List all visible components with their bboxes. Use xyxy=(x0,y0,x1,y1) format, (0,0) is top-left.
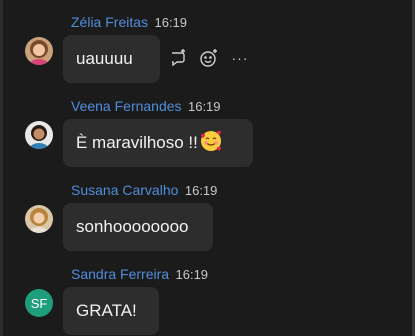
chat-pane: Zélia Freitas 16:19 uauuuu ··· Veena Fer… xyxy=(0,0,415,336)
more-options-icon[interactable]: ··· xyxy=(230,48,250,68)
sender-name[interactable]: Sandra Ferreira xyxy=(71,266,169,282)
message-header: Sandra Ferreira 16:19 xyxy=(71,266,208,283)
message-bubble[interactable]: GRATA! xyxy=(63,287,159,335)
message-bubble[interactable]: sonhoooooooo xyxy=(63,203,213,251)
message-time: 16:19 xyxy=(154,15,188,30)
message-text: uauuuu xyxy=(76,49,133,68)
message-text: È maravilhoso !! xyxy=(76,133,198,152)
sender-name[interactable]: Susana Carvalho xyxy=(71,182,178,198)
sender-name[interactable]: Zélia Freitas xyxy=(71,14,148,30)
avatar[interactable] xyxy=(25,205,53,233)
left-rail xyxy=(0,0,3,336)
message-hover-actions: ··· xyxy=(168,48,261,68)
avatar-initials: SF xyxy=(30,295,48,311)
message-header: Veena Fernandes 16:19 xyxy=(71,98,221,115)
message-bubble[interactable]: uauuuu xyxy=(63,35,160,83)
add-reaction-icon[interactable] xyxy=(199,48,219,68)
message-text: sonhoooooooo xyxy=(76,217,189,236)
avatar[interactable] xyxy=(25,37,53,65)
message-header: Susana Carvalho 16:19 xyxy=(71,182,217,199)
avatar[interactable]: SF xyxy=(25,289,53,317)
smiling-face-with-hearts-icon xyxy=(199,129,223,158)
message-time: 16:19 xyxy=(175,267,209,282)
message-time: 16:19 xyxy=(184,183,218,198)
sender-name[interactable]: Veena Fernandes xyxy=(71,98,182,114)
message-bubble[interactable]: È maravilhoso !! xyxy=(63,119,253,167)
reply-icon[interactable] xyxy=(168,48,188,68)
avatar[interactable] xyxy=(25,121,53,149)
message-text: GRATA! xyxy=(76,301,137,320)
message-header: Zélia Freitas 16:19 xyxy=(71,14,187,31)
message-time: 16:19 xyxy=(187,99,221,114)
